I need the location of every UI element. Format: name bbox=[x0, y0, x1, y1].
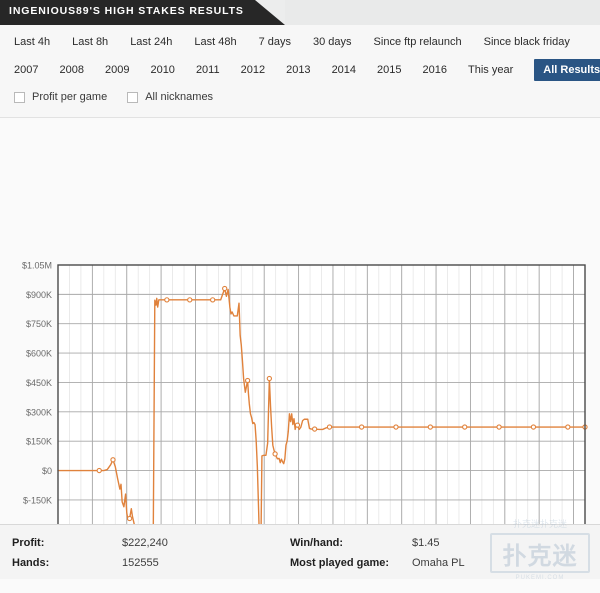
results-page: INGENIOUS89'S HIGH STAKES RESULTS Last 4… bbox=[0, 0, 600, 593]
data-point-marker[interactable] bbox=[210, 297, 216, 303]
filter-tab-2012[interactable]: 2012 bbox=[241, 59, 265, 81]
y-axis-tick-label: $1.05M bbox=[22, 261, 52, 271]
y-axis-tick-label: $150K bbox=[26, 437, 52, 447]
y-axis-tick-label: $300K bbox=[26, 407, 52, 417]
banner-strip bbox=[285, 0, 600, 25]
data-point-marker[interactable] bbox=[126, 515, 133, 522]
checkbox-label: All nicknames bbox=[145, 91, 214, 103]
hands-label: Hands: bbox=[12, 557, 50, 569]
filter-tab-2015[interactable]: 2015 bbox=[377, 59, 401, 81]
data-point-marker[interactable] bbox=[266, 375, 273, 382]
mostplayed-stat: Most played game: Omaha PL bbox=[290, 557, 562, 569]
data-point-marker[interactable] bbox=[358, 424, 365, 430]
filter-tab-2016[interactable]: 2016 bbox=[423, 59, 447, 81]
checkbox-profit-per-game[interactable]: Profit per game bbox=[14, 91, 107, 103]
data-point-marker[interactable] bbox=[427, 424, 433, 430]
data-point-marker[interactable] bbox=[244, 377, 251, 384]
winhand-label: Win/hand: bbox=[290, 537, 344, 549]
y-axis-tick-label: $900K bbox=[26, 290, 52, 300]
data-point-marker[interactable] bbox=[530, 424, 537, 430]
data-point-marker[interactable] bbox=[96, 467, 102, 474]
summary-stats: Profit: $222,240 Win/hand: $1.45 Hands: … bbox=[0, 524, 600, 579]
data-point-marker[interactable] bbox=[462, 424, 468, 430]
filter-tab-2007[interactable]: 2007 bbox=[14, 59, 38, 81]
filter-tab-last-4h[interactable]: Last 4h bbox=[14, 31, 50, 53]
data-point-marker[interactable] bbox=[187, 297, 193, 303]
y-axis-tick-label: $750K bbox=[26, 319, 52, 329]
page-title: INGENIOUS89'S HIGH STAKES RESULTS bbox=[9, 5, 244, 17]
winhand-value: $1.45 bbox=[412, 537, 440, 549]
data-point-marker[interactable] bbox=[110, 457, 116, 463]
filter-tab-30-days[interactable]: 30 days bbox=[313, 31, 352, 53]
hands-stat: Hands: 152555 bbox=[0, 557, 290, 569]
data-point-marker[interactable] bbox=[496, 424, 502, 430]
filter-tab-2009[interactable]: 2009 bbox=[105, 59, 129, 81]
year-filter-row: 2007 2008 2009 2010 2011 2012 2013 2014 2015 2016… bbox=[0, 55, 600, 85]
checkbox-box-icon[interactable] bbox=[127, 91, 139, 103]
filter-tab-since-ftp-relaunch[interactable]: Since ftp relaunch bbox=[374, 31, 462, 53]
data-point-marker[interactable] bbox=[311, 426, 318, 432]
data-point-marker[interactable] bbox=[326, 424, 333, 430]
profit-stat: Profit: $222,240 bbox=[0, 537, 290, 549]
winhand-stat: Win/hand: $1.45 bbox=[290, 537, 562, 549]
page-banner: INGENIOUS89'S HIGH STAKES RESULTS bbox=[0, 0, 600, 25]
y-axis-tick-label: $0 bbox=[42, 466, 52, 476]
checkbox-all-nicknames[interactable]: All nicknames bbox=[127, 91, 213, 103]
y-axis-tick-label: $450K bbox=[26, 378, 52, 388]
checkbox-box-icon[interactable] bbox=[14, 91, 25, 103]
filter-tab-2010[interactable]: 2010 bbox=[150, 59, 174, 81]
data-point-marker[interactable] bbox=[222, 285, 228, 292]
data-point-marker[interactable] bbox=[294, 422, 301, 428]
filter-tab-last-8h[interactable]: Last 8h bbox=[72, 31, 108, 53]
filter-tab-last-24h[interactable]: Last 24h bbox=[130, 31, 172, 53]
filter-tab-2013[interactable]: 2013 bbox=[286, 59, 310, 81]
filter-tab-2014[interactable]: 2014 bbox=[332, 59, 356, 81]
mostplayed-value: Omaha PL bbox=[412, 557, 465, 569]
data-point-marker[interactable] bbox=[393, 424, 399, 430]
filter-tab-this-year[interactable]: This year bbox=[468, 59, 513, 81]
filter-tab-last-48h[interactable]: Last 48h bbox=[194, 31, 236, 53]
filter-tab-all-results[interactable]: All Results bbox=[534, 59, 600, 81]
options-row: Profit per game All nicknames bbox=[0, 85, 600, 111]
profit-chart: $1.05M $900K $750K $600K $450K $300K $150K $0 $-… bbox=[0, 118, 600, 524]
stats-row-2: Hands: 152555 Most played game: Omaha PL bbox=[0, 553, 600, 573]
filter-tab-7-days[interactable]: 7 days bbox=[259, 31, 291, 53]
data-point-marker[interactable] bbox=[565, 424, 571, 430]
filter-panel: Last 4h Last 8h Last 24h Last 48h 7 days 30 d… bbox=[0, 25, 600, 118]
filter-tab-since-black-friday[interactable]: Since black friday bbox=[484, 31, 570, 53]
profit-value: $222,240 bbox=[122, 537, 168, 549]
profit-label: Profit: bbox=[12, 537, 45, 549]
stats-row-1: Profit: $222,240 Win/hand: $1.45 bbox=[0, 533, 600, 553]
hands-value: 152555 bbox=[122, 557, 159, 569]
checkbox-label: Profit per game bbox=[32, 91, 108, 103]
filter-tab-2011[interactable]: 2011 bbox=[196, 59, 220, 81]
mostplayed-label: Most played game: bbox=[290, 557, 390, 569]
period-filter-row: Last 4h Last 8h Last 24h Last 48h 7 days 30 d… bbox=[0, 25, 600, 55]
data-point-marker[interactable] bbox=[164, 297, 170, 303]
filter-tab-2008[interactable]: 2008 bbox=[59, 59, 83, 81]
y-axis-tick-label: $600K bbox=[26, 349, 52, 359]
data-point-marker[interactable] bbox=[272, 451, 278, 457]
chart-canvas[interactable]: $1.05M $900K $750K $600K $450K $300K $150K $0 $-… bbox=[0, 118, 600, 524]
y-axis-tick-label: $-150K bbox=[23, 495, 52, 505]
